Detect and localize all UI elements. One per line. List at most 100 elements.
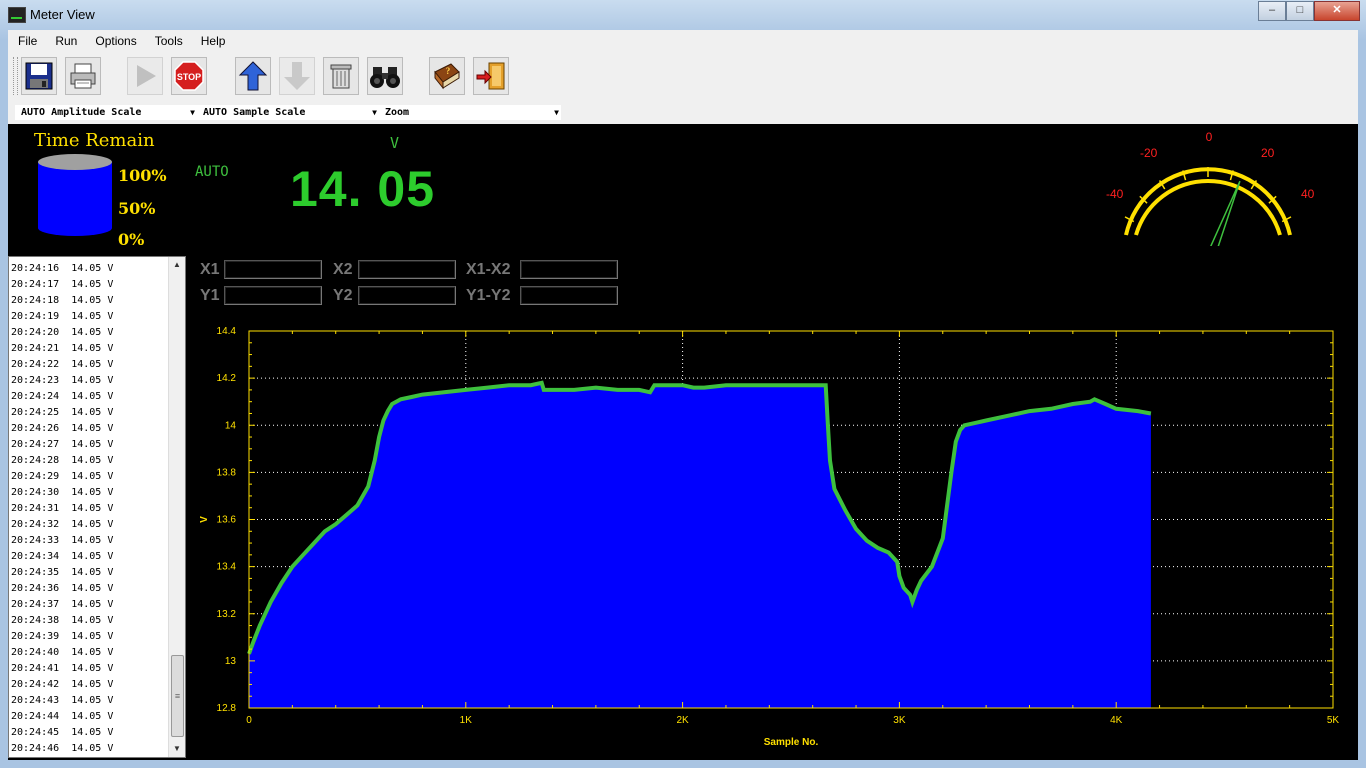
log-row[interactable]: 20:24:18 14.05 V — [11, 293, 169, 309]
exit-button[interactable] — [473, 57, 509, 95]
log-row[interactable]: 20:24:20 14.05 V — [11, 325, 169, 341]
floppy-disk-icon — [25, 62, 53, 90]
zoom-select[interactable]: Zoom ▼ — [379, 105, 561, 120]
log-row[interactable]: 20:24:16 14.05 V — [11, 261, 169, 277]
combo-bar: AUTO Amplitude Scale ▼ AUTO Sample Scale ▼… — [8, 100, 1358, 124]
log-row[interactable]: 20:24:35 14.05 V — [11, 565, 169, 581]
download-button[interactable] — [279, 57, 315, 95]
log-row[interactable]: 20:24:44 14.05 V — [11, 709, 169, 725]
minimize-button[interactable]: ‒ — [1258, 1, 1286, 21]
exit-door-icon — [476, 62, 505, 90]
y-tick-label: 13.6 — [217, 515, 237, 526]
y1-label: Y1 — [200, 287, 220, 304]
stop-label: STOP — [177, 72, 201, 82]
y1-y2-field — [520, 286, 618, 305]
app-icon — [8, 7, 26, 23]
print-button[interactable] — [65, 57, 101, 95]
menu-options[interactable]: Options — [87, 34, 144, 48]
menu-help[interactable]: Help — [193, 34, 234, 48]
save-button[interactable] — [21, 57, 57, 95]
scroll-down-icon[interactable]: ▼ — [169, 741, 185, 757]
log-row[interactable]: 20:24:17 14.05 V — [11, 277, 169, 293]
log-row[interactable]: 20:24:42 14.05 V — [11, 677, 169, 693]
log-list[interactable]: 20:24:16 14.05 V 20:24:17 14.05 V 20:24:18… — [8, 256, 186, 758]
client-area: File Run Options Tools Help STOP ? AUTO … — [8, 30, 1358, 760]
sample-scale-select[interactable]: AUTO Sample Scale ▼ — [197, 105, 379, 120]
log-row[interactable]: 20:24:21 14.05 V — [11, 341, 169, 357]
x1-x2-label: X1-X2 — [466, 261, 511, 278]
x2-field — [358, 260, 456, 279]
amplitude-scale-value: AUTO Amplitude Scale — [21, 107, 142, 118]
log-row[interactable]: 20:24:46 14.05 V — [11, 741, 169, 757]
log-row[interactable]: 20:24:23 14.05 V — [11, 373, 169, 389]
y2-field — [358, 286, 456, 305]
voltage-chart[interactable]: 0 1K 2K 3K 4K 5K 12.8 13 13.2 13.4 13.6 13.8 14 14.2 1… — [188, 320, 1358, 752]
sample-scale-value: AUTO Sample Scale — [203, 107, 306, 118]
log-row[interactable]: 20:24:33 14.05 V — [11, 533, 169, 549]
y-tick-label: 13 — [225, 656, 237, 667]
level-50-label: 50% — [118, 199, 156, 218]
gauge-needle — [1210, 180, 1241, 246]
menu-tools[interactable]: Tools — [147, 34, 191, 48]
x-tick-label: 1K — [460, 715, 473, 726]
log-row[interactable]: 20:24:22 14.05 V — [11, 357, 169, 373]
log-row[interactable]: 20:24:25 14.05 V — [11, 405, 169, 421]
zoom-value: Zoom — [385, 107, 410, 118]
find-button[interactable] — [367, 57, 403, 95]
log-row[interactable]: 20:24:36 14.05 V — [11, 581, 169, 597]
log-row[interactable]: 20:24:24 14.05 V — [11, 389, 169, 405]
menu-file[interactable]: File — [10, 34, 45, 48]
log-row[interactable]: 20:24:28 14.05 V — [11, 453, 169, 469]
log-scrollbar[interactable]: ▲ ≡ ▼ — [168, 257, 185, 757]
scroll-thumb[interactable]: ≡ — [171, 655, 184, 737]
log-rows: 20:24:16 14.05 V 20:24:17 14.05 V 20:24:18… — [11, 261, 169, 757]
printer-icon — [70, 63, 96, 89]
y-axis-label: V — [199, 516, 210, 523]
log-row[interactable]: 20:24:40 14.05 V — [11, 645, 169, 661]
title-bar[interactable]: Meter View ‒ □ ✕ — [0, 0, 1366, 30]
clear-button[interactable] — [323, 57, 359, 95]
gauge-label-40: 40 — [1301, 187, 1315, 201]
x1-field — [224, 260, 322, 279]
y-tick-label: 13.4 — [217, 562, 237, 573]
log-row[interactable]: 20:24:45 14.05 V — [11, 725, 169, 741]
range-mode: AUTO — [195, 164, 229, 180]
log-row[interactable]: 20:24:31 14.05 V — [11, 501, 169, 517]
run-button[interactable] — [127, 57, 163, 95]
arrow-down-icon — [284, 62, 310, 90]
gauge-label-minus20: -20 — [1140, 146, 1158, 160]
toolbar: STOP ? — [8, 52, 1358, 100]
stop-button[interactable]: STOP — [171, 57, 207, 95]
log-row[interactable]: 20:24:38 14.05 V — [11, 613, 169, 629]
log-row[interactable]: 20:24:26 14.05 V — [11, 421, 169, 437]
toolbar-grip[interactable] — [13, 57, 18, 95]
log-row[interactable]: 20:24:19 14.05 V — [11, 309, 169, 325]
close-button[interactable]: ✕ — [1314, 1, 1360, 21]
scroll-up-icon[interactable]: ▲ — [169, 257, 185, 273]
level-100-label: 100% — [118, 166, 167, 185]
log-row[interactable]: 20:24:41 14.05 V — [11, 661, 169, 677]
log-row[interactable]: 20:24:30 14.05 V — [11, 485, 169, 501]
amplitude-scale-select[interactable]: AUTO Amplitude Scale ▼ — [15, 105, 197, 120]
menu-run[interactable]: Run — [47, 34, 85, 48]
log-row[interactable]: 20:24:39 14.05 V — [11, 629, 169, 645]
log-row[interactable]: 20:24:43 14.05 V — [11, 693, 169, 709]
x1-x2-field — [520, 260, 618, 279]
log-row[interactable]: 20:24:32 14.05 V — [11, 517, 169, 533]
log-row[interactable]: 20:24:29 14.05 V — [11, 469, 169, 485]
x2-label: X2 — [333, 261, 353, 278]
log-row[interactable]: 20:24:27 14.05 V — [11, 437, 169, 453]
upload-button[interactable] — [235, 57, 271, 95]
maximize-button[interactable]: □ — [1286, 1, 1314, 21]
help-button[interactable]: ? — [429, 57, 465, 95]
unit-label: V — [390, 134, 400, 152]
x-tick-label: 3K — [893, 715, 906, 726]
battery-tank-icon — [38, 154, 112, 236]
chevron-down-icon: ▼ — [372, 108, 377, 117]
log-row[interactable]: 20:24:34 14.05 V — [11, 549, 169, 565]
play-icon — [137, 65, 156, 87]
y-tick-label: 14.2 — [217, 373, 237, 384]
log-row[interactable]: 20:24:37 14.05 V — [11, 597, 169, 613]
level-0-label: 0% — [118, 230, 145, 249]
trash-icon — [330, 64, 352, 89]
